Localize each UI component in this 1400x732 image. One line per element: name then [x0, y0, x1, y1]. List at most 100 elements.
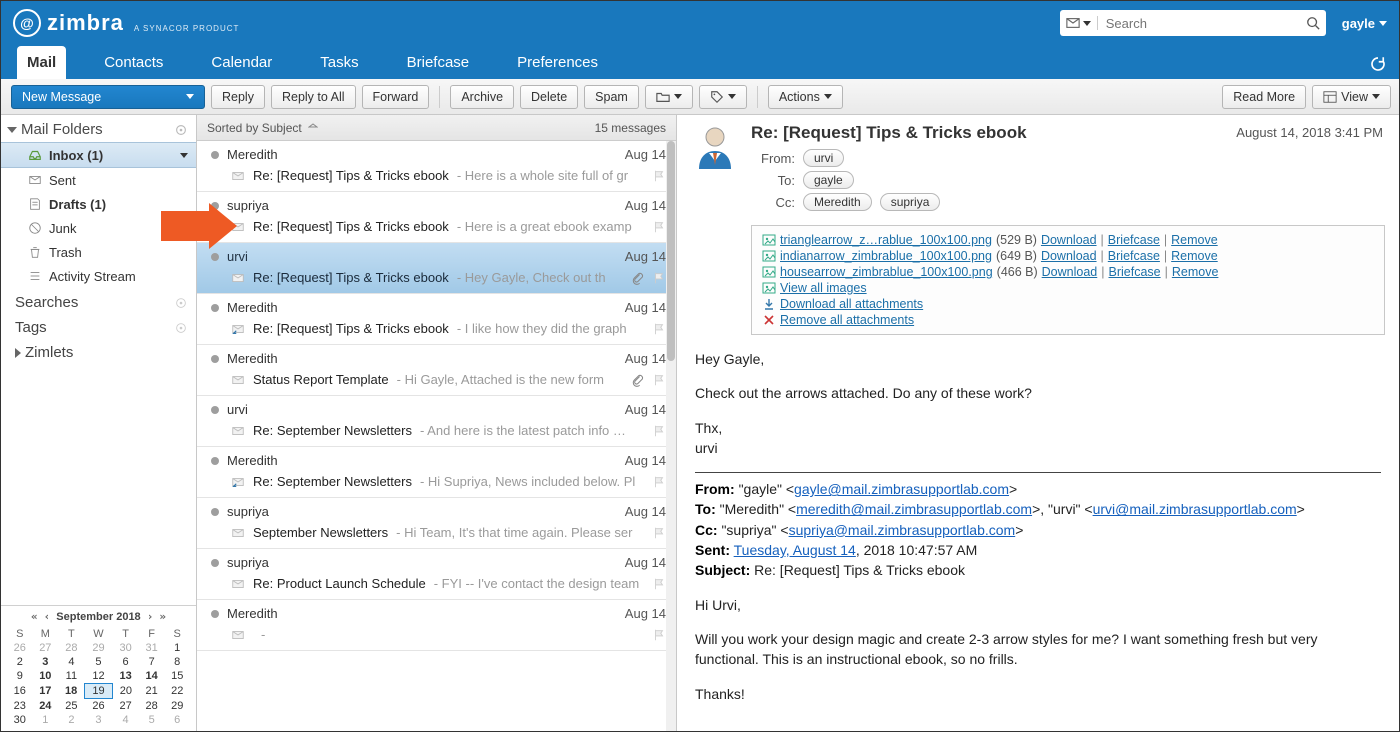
- folder-trash[interactable]: Trash: [1, 240, 196, 264]
- tab-preferences[interactable]: Preferences: [507, 46, 608, 79]
- flag-icon[interactable]: [652, 220, 666, 234]
- cal-next[interactable]: ›: [147, 610, 154, 623]
- flag-icon[interactable]: [652, 373, 666, 387]
- calendar-day[interactable]: 22: [164, 684, 190, 699]
- calendar-day[interactable]: 1: [33, 713, 59, 727]
- conversation-item[interactable]: supriyaAug 14September Newsletters - Hi …: [197, 498, 676, 549]
- email-link[interactable]: gayle@mail.zimbrasupportlab.com: [794, 481, 1009, 497]
- calendar-day[interactable]: 2: [7, 655, 33, 669]
- gear-icon[interactable]: [174, 123, 188, 137]
- folder-inbox[interactable]: Inbox (1): [1, 142, 196, 168]
- folder-sent[interactable]: Sent: [1, 168, 196, 192]
- tab-mail[interactable]: Mail: [17, 46, 66, 79]
- calendar-day[interactable]: 16: [7, 684, 33, 699]
- date-link[interactable]: Tuesday, August 14: [734, 542, 856, 558]
- flag-icon[interactable]: [652, 271, 666, 285]
- calendar-day[interactable]: 29: [164, 699, 190, 714]
- scrollbar-thumb[interactable]: [667, 141, 675, 361]
- searches-header[interactable]: Searches: [1, 288, 196, 313]
- attachment-filename[interactable]: trianglearrow_z…rablue_100x100.png: [780, 233, 992, 247]
- remove-link[interactable]: Remove: [1171, 249, 1218, 263]
- reply-button[interactable]: Reply: [211, 85, 265, 109]
- search-scope-selector[interactable]: [1066, 16, 1098, 30]
- view-all-images-link[interactable]: View all images: [762, 280, 1374, 296]
- conversation-item[interactable]: MeredithAug 14Re: [Request] Tips & Trick…: [197, 294, 676, 345]
- calendar-day[interactable]: 4: [58, 655, 85, 669]
- tab-contacts[interactable]: Contacts: [94, 46, 173, 79]
- tab-briefcase[interactable]: Briefcase: [397, 46, 480, 79]
- gear-icon[interactable]: [174, 296, 188, 310]
- conversation-item[interactable]: MeredithAug 14 -: [197, 600, 676, 651]
- calendar-day[interactable]: 12: [85, 669, 113, 684]
- calendar-day[interactable]: 13: [112, 669, 139, 684]
- forward-button[interactable]: Forward: [362, 85, 430, 109]
- cal-next-month[interactable]: »: [159, 610, 166, 623]
- tag-button[interactable]: [699, 85, 747, 109]
- new-message-button[interactable]: New Message: [11, 85, 205, 109]
- gear-icon[interactable]: [174, 321, 188, 335]
- conversation-item[interactable]: urviAug 14Re: September Newsletters - An…: [197, 396, 676, 447]
- calendar-day[interactable]: 6: [112, 655, 139, 669]
- conversation-item[interactable]: supriyaAug 14Re: [Request] Tips & Tricks…: [197, 192, 676, 243]
- conversation-item[interactable]: MeredithAug 14Re: September Newsletters …: [197, 447, 676, 498]
- remove-link[interactable]: Remove: [1172, 265, 1219, 279]
- search-icon[interactable]: [1306, 16, 1320, 30]
- to-pill[interactable]: gayle: [803, 171, 854, 189]
- remove-all-link[interactable]: Remove all attachments: [762, 312, 1374, 328]
- search-box[interactable]: [1060, 10, 1326, 36]
- tab-tasks[interactable]: Tasks: [310, 46, 368, 79]
- calendar-day[interactable]: 15: [164, 669, 190, 684]
- tab-calendar[interactable]: Calendar: [201, 46, 282, 79]
- calendar-day[interactable]: 8: [164, 655, 190, 669]
- calendar-day[interactable]: 2: [58, 713, 85, 727]
- calendar-day[interactable]: 24: [33, 699, 59, 714]
- conversation-item[interactable]: supriyaAug 14Re: Product Launch Schedule…: [197, 549, 676, 600]
- folder-activity-stream[interactable]: Activity Stream: [1, 264, 196, 288]
- calendar-day[interactable]: 28: [139, 699, 165, 714]
- calendar-day[interactable]: 21: [139, 684, 165, 699]
- calendar-day[interactable]: 4: [112, 713, 139, 727]
- email-link[interactable]: urvi@mail.zimbrasupportlab.com: [1093, 501, 1297, 517]
- download-all-link[interactable]: Download all attachments: [762, 296, 1374, 312]
- download-link[interactable]: Download: [1042, 265, 1098, 279]
- remove-link[interactable]: Remove: [1171, 233, 1218, 247]
- zimlets-header[interactable]: Zimlets: [1, 338, 196, 363]
- scrollbar-track[interactable]: [666, 141, 676, 731]
- move-button[interactable]: [645, 85, 693, 109]
- cal-prev[interactable]: ‹: [44, 610, 51, 623]
- list-header[interactable]: Sorted by Subject 15 messages: [197, 115, 676, 141]
- briefcase-link[interactable]: Briefcase: [1108, 233, 1160, 247]
- conversation-item[interactable]: MeredithAug 14Re: [Request] Tips & Trick…: [197, 141, 676, 192]
- view-button[interactable]: View: [1312, 85, 1391, 109]
- reply-all-button[interactable]: Reply to All: [271, 85, 356, 109]
- download-link[interactable]: Download: [1041, 249, 1097, 263]
- calendar-day[interactable]: 25: [58, 699, 85, 714]
- search-input[interactable]: [1104, 15, 1306, 32]
- calendar-day[interactable]: 1: [164, 641, 190, 655]
- calendar-day[interactable]: 5: [139, 713, 165, 727]
- chevron-down-icon[interactable]: [180, 153, 188, 158]
- spam-button[interactable]: Spam: [584, 85, 639, 109]
- calendar-day[interactable]: 26: [85, 699, 113, 714]
- delete-button[interactable]: Delete: [520, 85, 578, 109]
- calendar-day[interactable]: 29: [85, 641, 113, 655]
- email-link[interactable]: supriya@mail.zimbrasupportlab.com: [789, 522, 1016, 538]
- conversation-item[interactable]: MeredithAug 14Status Report Template - H…: [197, 345, 676, 396]
- attachment-filename[interactable]: housearrow_zimbrablue_100x100.png: [780, 265, 993, 279]
- flag-icon[interactable]: [652, 526, 666, 540]
- calendar-day[interactable]: 3: [85, 713, 113, 727]
- calendar-day[interactable]: 9: [7, 669, 33, 684]
- flag-icon[interactable]: [652, 322, 666, 336]
- calendar-day[interactable]: 28: [58, 641, 85, 655]
- flag-icon[interactable]: [652, 169, 666, 183]
- calendar-day[interactable]: 7: [139, 655, 165, 669]
- calendar-day[interactable]: 19: [85, 684, 113, 699]
- download-link[interactable]: Download: [1041, 233, 1097, 247]
- cal-prev-month[interactable]: «: [31, 610, 38, 623]
- briefcase-link[interactable]: Briefcase: [1109, 265, 1161, 279]
- calendar-day[interactable]: 6: [164, 713, 190, 727]
- conversation-item[interactable]: urviAug 14Re: [Request] Tips & Tricks eb…: [197, 243, 676, 294]
- mail-folders-header[interactable]: Mail Folders: [1, 115, 196, 142]
- calendar-day[interactable]: 14: [139, 669, 165, 684]
- read-more-button[interactable]: Read More: [1222, 85, 1306, 109]
